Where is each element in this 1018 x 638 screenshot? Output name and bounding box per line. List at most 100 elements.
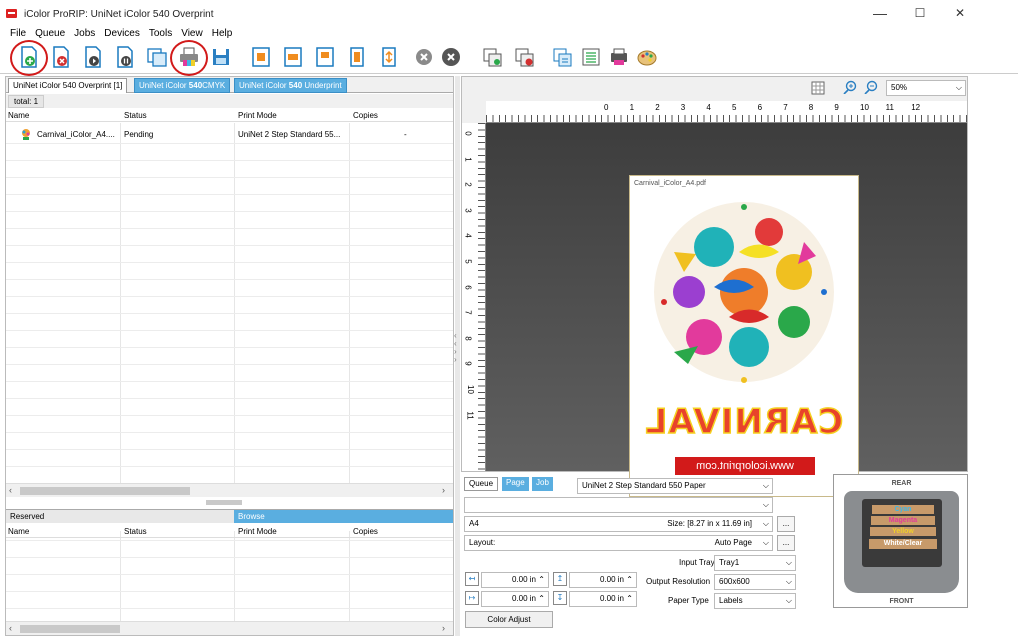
ruler-label: 10	[860, 103, 869, 112]
margin-bottom-input[interactable]: 0.00 in ⌃	[569, 591, 637, 607]
menu-jobs[interactable]: Jobs	[74, 28, 95, 39]
splitter-grip[interactable]	[206, 500, 242, 505]
print-mode-select[interactable]: UniNet 2 Step Standard 550 Paper ⌵	[577, 478, 773, 494]
tab-label: UniNet iColor	[139, 81, 189, 90]
scroll-left-icon[interactable]: ‹	[9, 623, 12, 633]
print-mode-value: UniNet 2 Step Standard 550 Paper	[582, 481, 706, 490]
spinner-icon[interactable]: ⌃	[538, 592, 545, 606]
tab-browse[interactable]: Browse	[234, 510, 453, 523]
actual-size-icon[interactable]	[378, 45, 400, 69]
row-divider	[6, 228, 453, 229]
stop-icon[interactable]	[440, 45, 462, 69]
collapse-panel-icon[interactable]: ‹ ‹ › ›	[454, 332, 457, 364]
spinner-icon[interactable]: ⌃	[626, 592, 633, 606]
reserved-table-hscroll[interactable]: ‹ ›	[6, 621, 453, 635]
tab-reserved[interactable]: Reserved	[6, 510, 234, 523]
menu-view[interactable]: View	[181, 28, 203, 39]
rotate-icon[interactable]	[346, 45, 368, 69]
grid-view-icon[interactable]	[811, 81, 825, 95]
copy-job-icon[interactable]	[146, 45, 168, 69]
tray-label: Cyan	[894, 506, 912, 513]
queue-props-icon[interactable]	[552, 45, 574, 69]
printer-settings-icon[interactable]	[608, 45, 630, 69]
menu-help[interactable]: Help	[212, 28, 233, 39]
resume-job-icon[interactable]	[82, 45, 104, 69]
paper-size-select[interactable]: A4 Size: [8.27 in x 11.69 in] ⌵	[464, 516, 773, 532]
col-copies[interactable]: Copies	[353, 527, 378, 536]
minimize-button[interactable]: —	[866, 4, 894, 22]
tray-white-clear[interactable]: White/Clear	[869, 539, 937, 549]
ruler-label: 9	[463, 361, 473, 367]
margin-top-input[interactable]: 0.00 in ⌃	[569, 572, 637, 588]
output-resolution-select[interactable]: 600x600 ⌵	[714, 574, 796, 590]
hscroll-thumb[interactable]	[20, 625, 120, 633]
fit-height-icon[interactable]	[314, 45, 336, 69]
ruler-label: 2	[655, 103, 660, 112]
delete-job-icon[interactable]	[50, 45, 72, 69]
ruler-label: 1	[629, 103, 635, 112]
col-status[interactable]: Status	[124, 111, 147, 120]
menu-file[interactable]: File	[10, 28, 26, 39]
cancel-icon[interactable]	[414, 45, 436, 69]
tray-yellow[interactable]: Yellow	[870, 527, 936, 536]
close-button[interactable]: ✕	[946, 4, 974, 22]
margin-left-input[interactable]: 0.00 in ⌃	[481, 572, 549, 588]
scroll-left-icon[interactable]: ‹	[9, 485, 12, 495]
scroll-right-icon[interactable]: ›	[442, 485, 445, 495]
table-row[interactable]: Carnival_iColor_A4.... Pending UniNet 2 …	[6, 127, 453, 143]
spinner-icon[interactable]: ⌃	[538, 573, 545, 587]
fit-page-icon[interactable]	[250, 45, 272, 69]
tray-magenta[interactable]: Magenta	[871, 516, 935, 525]
margin-top-value: 0.00 in	[599, 575, 624, 584]
tab-job[interactable]: Job	[532, 477, 553, 491]
col-status[interactable]: Status	[124, 527, 147, 536]
paper-type-select[interactable]: Labels ⌵	[714, 593, 796, 609]
secondary-select[interactable]: ⌵	[464, 497, 773, 513]
job-list-icon[interactable]	[580, 45, 602, 69]
fit-width-icon[interactable]	[282, 45, 304, 69]
input-tray-select[interactable]: Tray1 ⌵	[714, 555, 796, 571]
settings-panel: Queue Page Job UniNet 2 Step Standard 55…	[461, 474, 821, 638]
paper-more-button[interactable]: ...	[777, 516, 795, 532]
tab-overprint[interactable]: UniNet iColor 540 Overprint [1]	[8, 78, 128, 93]
color-palette-icon[interactable]	[636, 45, 658, 69]
preview-canvas[interactable]: Carnival_iColor_A4.pdf CARNIVAL www.icol…	[486, 123, 967, 497]
layout-select[interactable]: Layout: Auto Page ⌵	[464, 535, 773, 551]
maximize-button[interactable]: ☐	[906, 4, 934, 22]
margin-right-input[interactable]: 0.00 in ⌃	[481, 591, 549, 607]
col-name[interactable]: Name	[8, 111, 29, 120]
input-tray-label: Input Tray	[679, 558, 715, 567]
job-table-hscroll[interactable]: ‹ ›	[6, 483, 453, 497]
color-adjust-button[interactable]: Color Adjust	[465, 611, 553, 628]
margin-right-icon: ↦	[465, 591, 479, 605]
zoom-select[interactable]: 50% ⌵	[886, 80, 966, 96]
col-copies[interactable]: Copies	[353, 111, 378, 120]
tray-cyan[interactable]: Cyan	[872, 505, 934, 514]
menu-tools[interactable]: Tools	[149, 28, 172, 39]
menu-queue[interactable]: Queue	[35, 28, 65, 39]
move-job-icon[interactable]	[482, 45, 504, 69]
job-name: Carnival_iColor_A4....	[37, 130, 115, 139]
scroll-right-icon[interactable]: ›	[442, 623, 445, 633]
printer-tray-graphic: REAR Cyan Magenta Yellow White/Clear FRO…	[833, 474, 968, 608]
tab-page[interactable]: Page	[502, 477, 529, 491]
col-name[interactable]: Name	[8, 527, 29, 536]
save-icon[interactable]	[210, 45, 232, 69]
menu-devices[interactable]: Devices	[104, 28, 140, 39]
zoom-in-icon[interactable]	[843, 80, 857, 95]
hold-job-icon[interactable]	[114, 45, 136, 69]
output-resolution-label: Output Resolution	[646, 577, 711, 586]
ruler-label: 1	[463, 156, 473, 162]
col-print-mode[interactable]: Print Mode	[238, 111, 277, 120]
tab-queue[interactable]: Queue	[464, 477, 499, 491]
col-print-mode[interactable]: Print Mode	[238, 527, 277, 536]
tab-underprint[interactable]: UniNet iColor 540 Underprint	[234, 78, 347, 93]
tab-cmyk[interactable]: UniNet iColor 540CMYK	[134, 78, 231, 93]
layout-more-button[interactable]: ...	[777, 535, 795, 551]
spinner-icon[interactable]: ⌃	[626, 573, 633, 587]
hscroll-thumb[interactable]	[20, 487, 190, 495]
remove-job-icon[interactable]	[514, 45, 536, 69]
zoom-out-icon[interactable]	[864, 80, 878, 95]
page-preview[interactable]: Carnival_iColor_A4.pdf CARNIVAL www.icol…	[629, 175, 859, 497]
zoom-value: 50%	[891, 83, 908, 92]
